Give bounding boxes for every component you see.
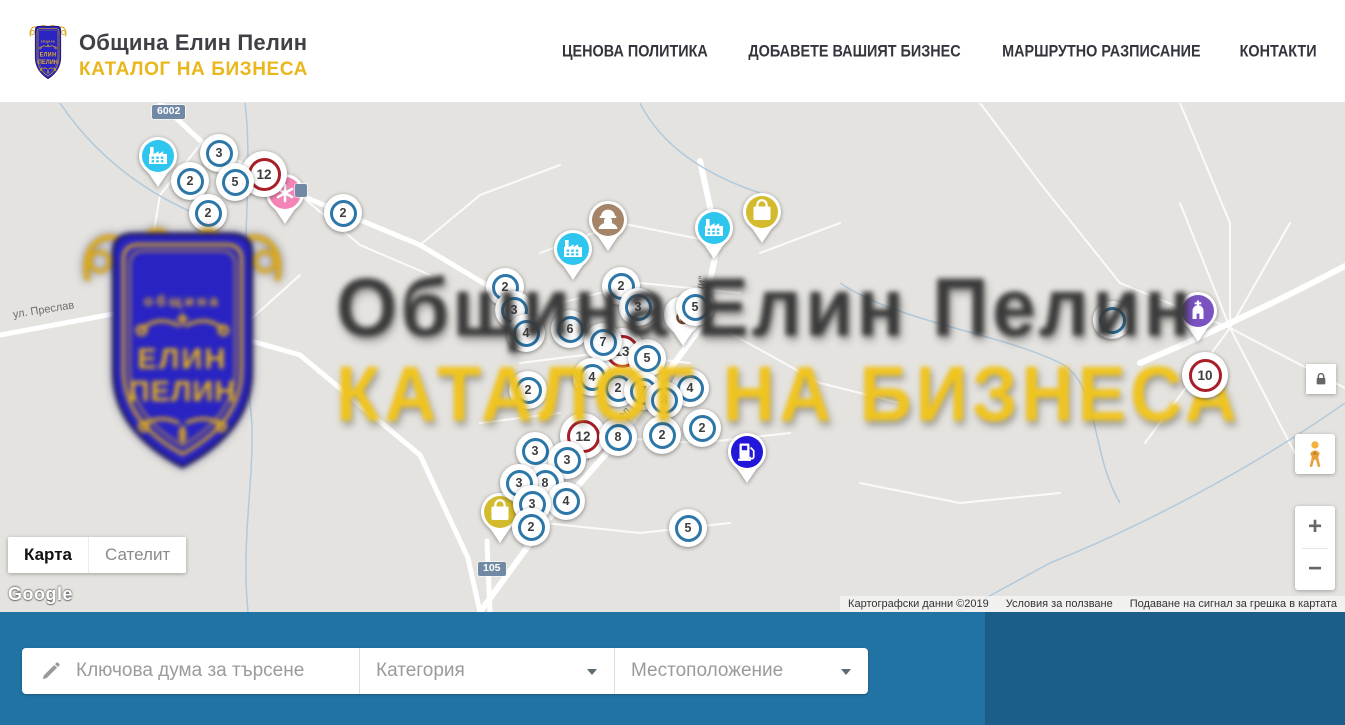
nav-item[interactable]: МАРШРУТНО РАЗПИСАНИЕ (1002, 42, 1200, 60)
search-bar-right-section (985, 612, 1345, 725)
pegman-button[interactable] (1295, 434, 1335, 474)
municipality-emblem-logo: община ЕЛИН ПЕЛИН (28, 22, 68, 89)
page: община ЕЛИН ПЕЛИН Община Елин Пелин КАТА… (0, 0, 1345, 725)
location-dropdown-label: Местоположение (631, 660, 783, 682)
main-nav: ЦЕНОВА ПОЛИТИКА ДОБАВЕТЕ ВАШИЯТ БИЗНЕС МАР… (559, 0, 1318, 103)
map-type-control: Карта Сателит (8, 537, 186, 573)
lock-button[interactable] (1306, 364, 1336, 394)
zoom-control: + − (1295, 506, 1335, 590)
site-title: Община Елин Пелин (79, 30, 308, 56)
brand-text: Община Елин Пелин КАТАЛОГ НА БИЗНЕСА (79, 30, 308, 81)
nav-item[interactable]: ЦЕНОВА ПОЛИТИКА (562, 42, 708, 60)
svg-text:ЕЛИН: ЕЛИН (40, 52, 57, 59)
svg-text:община: община (41, 39, 55, 43)
terms-link[interactable]: Условия за ползване (1006, 598, 1113, 610)
site-subtitle: КАТАЛОГ НА БИЗНЕСА (79, 59, 308, 81)
location-dropdown[interactable]: Местоположение (614, 648, 868, 694)
zoom-in-button[interactable]: + (1295, 506, 1335, 548)
search-bar: Категория Местоположение (0, 612, 1345, 725)
category-dropdown-label: Категория (376, 660, 465, 682)
map-attribution: Картографски данни ©2019 Условия за полз… (840, 596, 1345, 612)
map-controls-layer: Карта Сателит Google Картографски данни … (0, 103, 1345, 612)
map-copyright: Картографски данни ©2019 (848, 598, 989, 610)
map-type-satellite-button[interactable]: Сателит (88, 537, 186, 573)
chevron-down-icon (841, 669, 851, 675)
brand[interactable]: община ЕЛИН ПЕЛИН Община Елин Пелин КАТА… (28, 22, 308, 89)
category-dropdown[interactable]: Категория (359, 648, 614, 694)
report-error-link[interactable]: Подаване на сигнал за грешка в картата (1130, 598, 1337, 610)
svg-text:ПЕЛИН: ПЕЛИН (38, 60, 58, 67)
map-type-map-button[interactable]: Карта (8, 537, 88, 573)
header: община ЕЛИН ПЕЛИН Община Елин Пелин КАТА… (0, 0, 1345, 103)
lock-icon (1313, 371, 1329, 387)
pencil-icon (40, 660, 62, 682)
nav-item[interactable]: КОНТАКТИ (1239, 42, 1316, 60)
pegman-icon (1302, 440, 1328, 468)
zoom-out-button[interactable]: − (1295, 549, 1335, 591)
search-input-group: Категория Местоположение (22, 648, 868, 694)
keyword-segment (22, 648, 359, 694)
google-map[interactable]: ул. Преславбул. „Новоселци“ (0, 103, 1345, 612)
google-logo[interactable]: Google (8, 584, 73, 605)
keyword-search-input[interactable] (76, 660, 306, 682)
chevron-down-icon (587, 669, 597, 675)
nav-item[interactable]: ДОБАВЕТЕ ВАШИЯТ БИЗНЕС (748, 42, 960, 60)
